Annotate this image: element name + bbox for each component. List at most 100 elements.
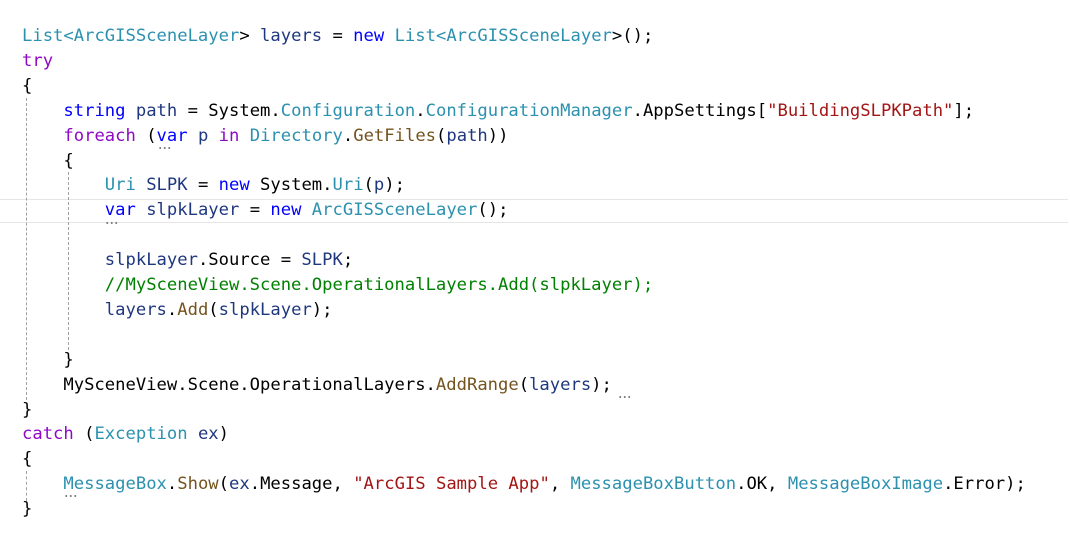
- code-token: }: [22, 349, 74, 370]
- code-line: catch (Exception ex): [22, 422, 229, 446]
- code-token: var: [156, 125, 188, 146]
- code-token: {: [22, 150, 74, 171]
- code-token: );: [591, 374, 612, 395]
- code-token: foreach: [63, 125, 136, 146]
- code-token: .Message,: [249, 474, 354, 495]
- code-token: layers: [104, 299, 167, 320]
- code-line: MessageBox.Show(ex.Message, "ArcGIS Samp…: [22, 472, 1025, 496]
- suggestion-dots: [105, 222, 119, 224]
- code-token: .OK,: [736, 474, 788, 495]
- code-token: Directory: [249, 125, 343, 146]
- code-token: .Source =: [197, 250, 302, 271]
- code-line: {: [22, 149, 74, 173]
- code-token: ex: [197, 424, 219, 445]
- code-token: SLPK: [301, 250, 343, 271]
- code-token: GetFiles: [353, 125, 437, 146]
- code-token: ();: [477, 200, 509, 221]
- code-token: MySceneView.Scene.OperationalLayers.: [22, 374, 436, 395]
- code-token: (: [135, 125, 157, 146]
- suggestion-dots: [618, 396, 632, 398]
- code-line: string path = System.Configuration.Confi…: [22, 99, 974, 123]
- code-token: Configuration: [280, 100, 416, 121]
- code-line: try: [22, 49, 53, 73]
- code-token: Add: [177, 299, 209, 320]
- code-line: MySceneView.Scene.OperationalLayers.AddR…: [22, 373, 612, 397]
- code-token: layers: [260, 26, 323, 46]
- code-token: path: [135, 100, 178, 121]
- code-token: ex: [229, 474, 250, 495]
- code-token: Show: [177, 474, 219, 495]
- code-token: (: [218, 474, 230, 495]
- code-token: slpkLayer: [104, 250, 198, 271]
- code-token: layers: [529, 374, 592, 395]
- code-token: string: [63, 100, 126, 121]
- code-token: new: [270, 200, 302, 221]
- suggestion-dots: [64, 495, 78, 497]
- code-line: var slpkLayer = new ArcGISSceneLayer();: [22, 198, 509, 222]
- code-token: (: [73, 424, 95, 445]
- code-token: .: [415, 100, 426, 121]
- code-token: =: [239, 200, 271, 221]
- code-token: System.: [249, 175, 333, 196]
- code-token: =: [187, 175, 219, 196]
- code-token: in: [218, 125, 240, 146]
- code-token: ;: [342, 250, 354, 271]
- code-token: new: [218, 175, 250, 196]
- code-token: (: [363, 175, 374, 196]
- code-token: .: [342, 125, 354, 146]
- code-token: }: [22, 499, 33, 520]
- code-token: try: [22, 50, 54, 71]
- code-line: slpkLayer.Source = SLPK;: [22, 248, 353, 272]
- code-token: slpkLayer: [218, 299, 312, 320]
- code-token: slpkLayer: [146, 200, 240, 221]
- code-line: }: [22, 348, 74, 372]
- code-token: ArcGISSceneLayer: [73, 26, 240, 46]
- code-token: (: [208, 299, 219, 320]
- code-token: List<: [394, 26, 447, 46]
- code-token: ];: [953, 100, 975, 121]
- code-token: AddRange: [435, 374, 519, 395]
- code-line: Uri SLPK = new System.Uri(p);: [22, 173, 405, 197]
- code-token: MessageBox: [63, 474, 167, 495]
- code-token: MessageBoxImage: [787, 474, 944, 495]
- code-line: }: [22, 398, 32, 422]
- code-token: ConfigurationManager: [425, 100, 633, 121]
- code-token: SLPK: [146, 175, 188, 196]
- code-token: p: [373, 175, 385, 196]
- code-token: ArcGISSceneLayer: [446, 26, 612, 46]
- code-line: {: [22, 447, 32, 471]
- code-token: );: [311, 299, 333, 320]
- code-token: ArcGISSceneLayer: [311, 200, 478, 221]
- code-line: {: [22, 74, 32, 98]
- code-token: );: [384, 175, 405, 196]
- code-token: ,: [549, 474, 571, 495]
- code-token: }: [22, 399, 33, 420]
- code-token: {: [22, 449, 33, 470]
- code-token: .AppSettings[: [632, 100, 768, 121]
- code-token: .: [166, 474, 178, 495]
- code-line: }: [22, 497, 32, 521]
- code-token: Uri: [104, 175, 136, 196]
- code-token: catch: [22, 424, 74, 445]
- code-token: )): [487, 125, 509, 146]
- code-editor[interactable]: List<ArcGISSceneLayer> layers = new List…: [0, 0, 1070, 557]
- code-token: "BuildingSLPKPath": [767, 100, 954, 121]
- code-token: {: [22, 75, 33, 96]
- code-token: >();: [611, 26, 654, 46]
- suggestion-dots: [158, 147, 172, 149]
- code-line: //MySceneView.Scene.OperationalLayers.Ad…: [22, 273, 653, 297]
